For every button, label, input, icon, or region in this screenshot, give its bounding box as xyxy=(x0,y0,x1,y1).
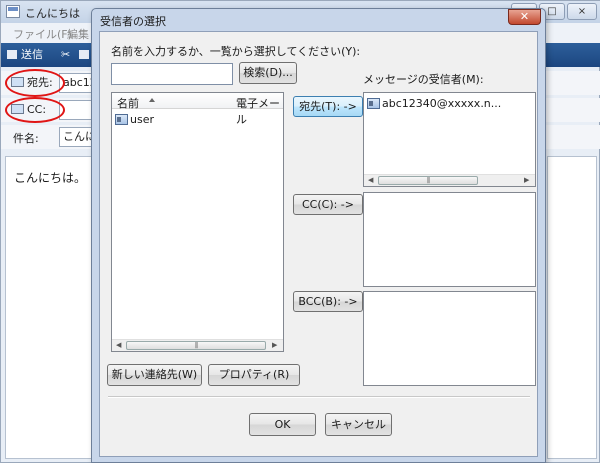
cancel-button[interactable]: キャンセル xyxy=(325,413,392,436)
menu-edit[interactable]: 編集 xyxy=(67,26,89,42)
dialog-close-button[interactable]: ✕ xyxy=(508,9,541,25)
send-label: 送信 xyxy=(21,48,43,61)
menu-file[interactable]: ファイル(F) xyxy=(13,26,72,42)
cc-recipients-list[interactable] xyxy=(363,192,536,287)
scroll-thumb[interactable]: ||| xyxy=(378,176,478,185)
add-bcc-button[interactable]: BCC(B): -> xyxy=(293,291,363,312)
send-icon xyxy=(7,50,17,59)
search-button[interactable]: 検索(D)... xyxy=(239,62,297,84)
properties-button[interactable]: プロパティ(R) xyxy=(208,364,300,386)
compose-title: こんにちは xyxy=(25,7,80,20)
contact-name: user xyxy=(130,113,154,126)
to-list-scrollbar[interactable]: ◀ ||| ▶ xyxy=(364,174,535,186)
contact-list-scrollbar[interactable]: ◀ ||| ▶ xyxy=(112,339,283,351)
scroll-left-icon[interactable]: ◀ xyxy=(116,341,121,349)
highlight-oval-to xyxy=(5,69,65,97)
recipient-address: abc12340@xxxxx.n... xyxy=(382,97,502,110)
ok-button[interactable]: OK xyxy=(249,413,316,436)
contact-row[interactable]: user xyxy=(112,111,283,127)
highlight-oval-cc xyxy=(5,97,65,123)
send-button[interactable]: 送信 xyxy=(7,47,43,63)
contact-card-icon xyxy=(115,114,128,125)
recipient-item[interactable]: abc12340@xxxxx.n... xyxy=(364,95,535,111)
dialog-titlebar: 受信者の選択 ✕ xyxy=(92,9,545,31)
column-name[interactable]: 名前 xyxy=(117,95,139,111)
dialog-client: 名前を入力するか、一覧から選択してください(Y): 検索(D)... メッセージ… xyxy=(99,31,538,457)
body-right-edge xyxy=(547,156,597,459)
body-text: こんにちは。 xyxy=(14,171,87,185)
bcc-recipients-list[interactable] xyxy=(363,291,536,386)
add-cc-button[interactable]: CC(C): -> xyxy=(293,194,363,215)
add-to-button[interactable]: 宛先(T): -> xyxy=(293,96,363,117)
compose-close-button[interactable]: × xyxy=(567,3,597,20)
recipients-label: メッセージの受信者(M): xyxy=(363,73,484,86)
cut-icon[interactable]: ✂ xyxy=(61,47,70,63)
search-input[interactable] xyxy=(111,63,233,85)
contact-list[interactable]: 名前 電子メール user ◀ ||| ▶ xyxy=(111,92,284,352)
scroll-right-icon[interactable]: ▶ xyxy=(272,341,277,349)
scroll-thumb[interactable]: ||| xyxy=(126,341,266,350)
scroll-left-icon[interactable]: ◀ xyxy=(368,176,373,184)
divider xyxy=(108,396,530,398)
search-prompt: 名前を入力するか、一覧から選択してください(Y): xyxy=(111,45,361,58)
mail-icon xyxy=(6,5,20,18)
scroll-right-icon[interactable]: ▶ xyxy=(524,176,529,184)
contact-list-header: 名前 電子メール xyxy=(112,93,283,126)
dialog-title: 受信者の選択 xyxy=(100,15,166,28)
subject-label: 件名: xyxy=(13,132,39,145)
to-recipients-list[interactable]: abc12340@xxxxx.n... ◀ ||| ▶ xyxy=(363,92,536,187)
sort-asc-icon xyxy=(149,98,155,102)
select-recipients-dialog: 受信者の選択 ✕ 名前を入力するか、一覧から選択してください(Y): 検索(D)… xyxy=(91,8,546,463)
message-body[interactable]: こんにちは。 xyxy=(5,156,93,459)
contact-card-icon xyxy=(367,98,380,109)
new-contact-button[interactable]: 新しい連絡先(W) xyxy=(107,364,202,386)
